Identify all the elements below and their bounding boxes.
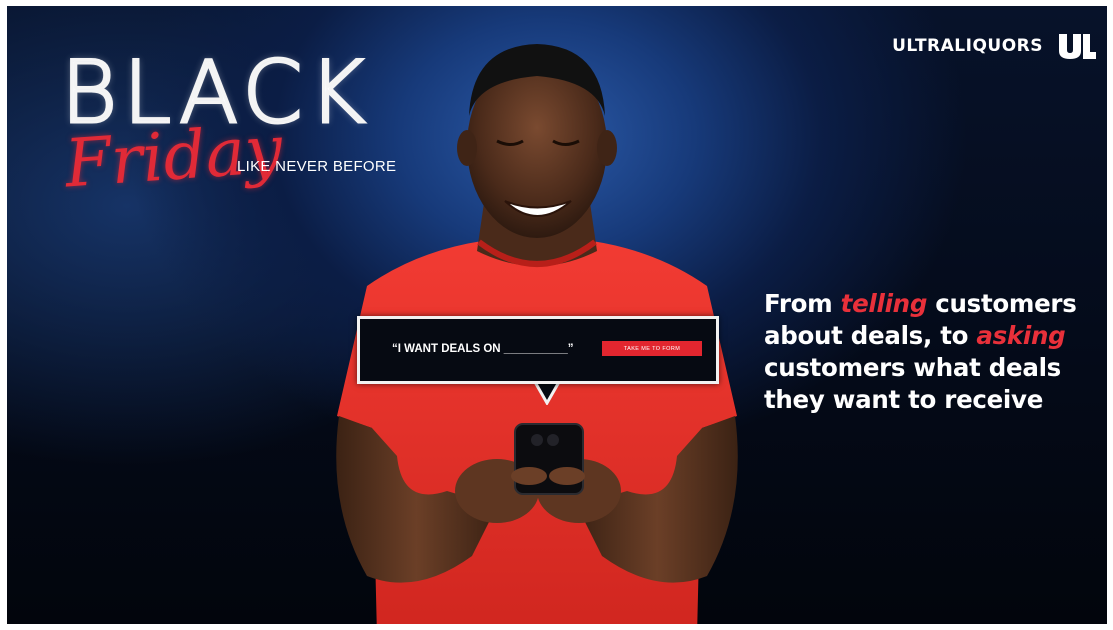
copy-accent-telling: telling: [840, 289, 928, 318]
copy-accent-asking: asking: [976, 321, 1066, 350]
copy-part-1: From: [764, 289, 841, 318]
headline-friday: Friday: [62, 110, 285, 203]
take-me-to-form-button[interactable]: TAKE ME TO FORM: [602, 341, 702, 356]
bubble-prompt-text: “I WANT DEALS ON __________”: [392, 343, 574, 355]
brand-header: ULTRALIQUORS: [892, 32, 1097, 60]
brand-name: ULTRALIQUORS: [892, 36, 1043, 56]
promo-copy: From telling customers about deals, to a…: [764, 288, 1099, 416]
ad-banner: ULTRALIQUORS BLACK Friday LIKE NEVER BEF…: [7, 6, 1107, 624]
speech-bubble: “I WANT DEALS ON __________” TAKE ME TO …: [357, 316, 719, 384]
ul-logo-icon: [1059, 34, 1096, 59]
copy-part-3: customers what deals they want to receiv…: [764, 353, 1061, 414]
